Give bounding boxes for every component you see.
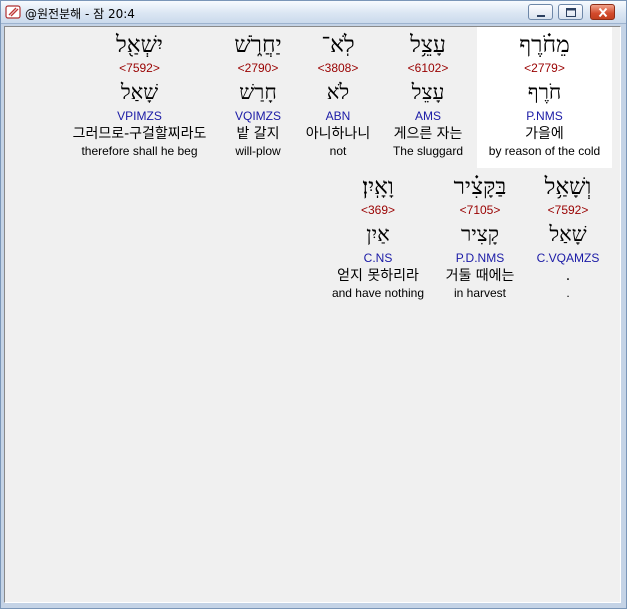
hebrew-lemma: שָׁאַל: [549, 222, 587, 246]
korean-gloss: 거둘 때에는: [445, 268, 515, 284]
parsing-code: VPIMZS: [117, 109, 162, 123]
korean-gloss: 가을에: [525, 126, 564, 142]
strong-number[interactable]: <369>: [327, 203, 429, 218]
english-gloss: not: [329, 144, 347, 158]
hebrew-word: יִשְׁאַ֖ל: [116, 32, 163, 58]
word-cell[interactable]: לֹֽא־ <3808> לֹא ABN 아니하나니 not: [298, 27, 378, 159]
word-cell[interactable]: בַּקָּצִ֗יר <7105> קָצִיר P.D.NMS 거둘 때에는…: [435, 169, 525, 301]
english-gloss: will-plow: [235, 144, 281, 158]
strong-number[interactable]: <6102>: [383, 61, 473, 76]
hebrew-word: מֵחֹ֗רֶף: [519, 32, 570, 58]
strong-number[interactable]: <2790>: [223, 61, 293, 76]
parsing-code: P.D.NMS: [455, 251, 505, 265]
parsing-code: C.VQAMZS: [536, 251, 600, 265]
hebrew-lemma: שָׁאַל: [120, 80, 159, 104]
english-gloss: therefore shall he beg: [81, 144, 198, 158]
parsing-code: C.NS: [363, 251, 393, 265]
word-cell[interactable]: וָאָֽיִן׃ <369> אַיִן C.NS 얻지 못하리라 and h…: [327, 169, 429, 301]
word-cell[interactable]: עָצֵ֥ל <6102> עָצֵל AMS 게으른 자는 The slugg…: [383, 27, 473, 159]
hebrew-word: לֹֽא־: [321, 32, 355, 58]
window-title: @원전분해 - 잠 20:4: [25, 7, 135, 21]
hebrew-lemma: חֹרֶף: [527, 80, 562, 104]
hebrew-lemma: עָצֵל: [411, 80, 445, 104]
korean-gloss: .: [565, 268, 571, 284]
close-button[interactable]: [590, 4, 615, 20]
word-cell[interactable]: מֵחֹ֗רֶף <2779> חֹרֶף P.NMS 가을에 by reaso…: [477, 27, 612, 168]
hebrew-word: בַּקָּצִ֗יר: [453, 174, 507, 200]
strong-number[interactable]: <3808>: [298, 61, 378, 76]
english-gloss: in harvest: [453, 286, 507, 300]
english-gloss: .: [566, 286, 570, 300]
hebrew-word: וָאָֽיִן׃: [362, 174, 394, 200]
app-icon: [5, 5, 21, 19]
korean-gloss: 얻지 못하리라: [337, 268, 419, 284]
parsing-code: ABN: [325, 109, 351, 123]
english-gloss: and have nothing: [331, 286, 425, 300]
hebrew-word: יַחֲרֹ֑שׁ: [234, 32, 282, 58]
word-cell[interactable]: יִשְׁאַ֖ל <7592> שָׁאַל VPIMZS 그러므로-구걸할찌…: [61, 27, 218, 159]
strong-number[interactable]: <2779>: [477, 61, 612, 76]
strong-number[interactable]: <7592>: [528, 203, 608, 218]
minimize-button[interactable]: [528, 4, 553, 20]
hebrew-lemma: חָרַשׁ: [239, 80, 277, 104]
korean-gloss: 밭 갈지: [236, 126, 280, 142]
app-window: @원전분해 - 잠 20:4 מֵחֹ֗רֶף <2779> חֹרֶף P.N…: [0, 0, 627, 609]
korean-gloss: 아니하나니: [305, 126, 371, 142]
word-cell[interactable]: יַחֲרֹ֑שׁ <2790> חָרַשׁ VQIMZS 밭 갈지 will…: [223, 27, 293, 159]
hebrew-word: עָצֵ֥ל: [410, 32, 446, 58]
maximize-button[interactable]: [558, 4, 583, 20]
hebrew-lemma: קָצִיר: [460, 222, 500, 246]
strong-number[interactable]: <7592>: [61, 61, 218, 76]
parsing-code: P.NMS: [526, 109, 563, 123]
maximize-icon: [566, 8, 576, 17]
minimize-icon: [537, 15, 545, 17]
parsing-code: AMS: [414, 109, 441, 123]
hebrew-lemma: לֹא: [326, 80, 350, 104]
korean-gloss: 게으른 자는: [393, 126, 463, 142]
hebrew-lemma: אַיִן: [366, 222, 390, 246]
strong-number[interactable]: <7105>: [435, 203, 525, 218]
parsing-code: VQIMZS: [234, 109, 281, 123]
close-icon: [598, 7, 608, 18]
verse-panel[interactable]: מֵחֹ֗רֶף <2779> חֹרֶף P.NMS 가을에 by reaso…: [4, 26, 621, 603]
korean-gloss: 그러므로-구걸할찌라도: [72, 126, 207, 142]
title-bar[interactable]: @원전분해 - 잠 20:4: [1, 1, 626, 24]
english-gloss: by reason of the cold: [488, 144, 601, 158]
word-cell[interactable]: וְשָׁאַ֥ל <7592> שָׁאַל C.VQAMZS . .: [528, 169, 608, 301]
english-gloss: The sluggard: [392, 144, 464, 158]
hebrew-word: וְשָׁאַ֥ל: [544, 174, 592, 200]
